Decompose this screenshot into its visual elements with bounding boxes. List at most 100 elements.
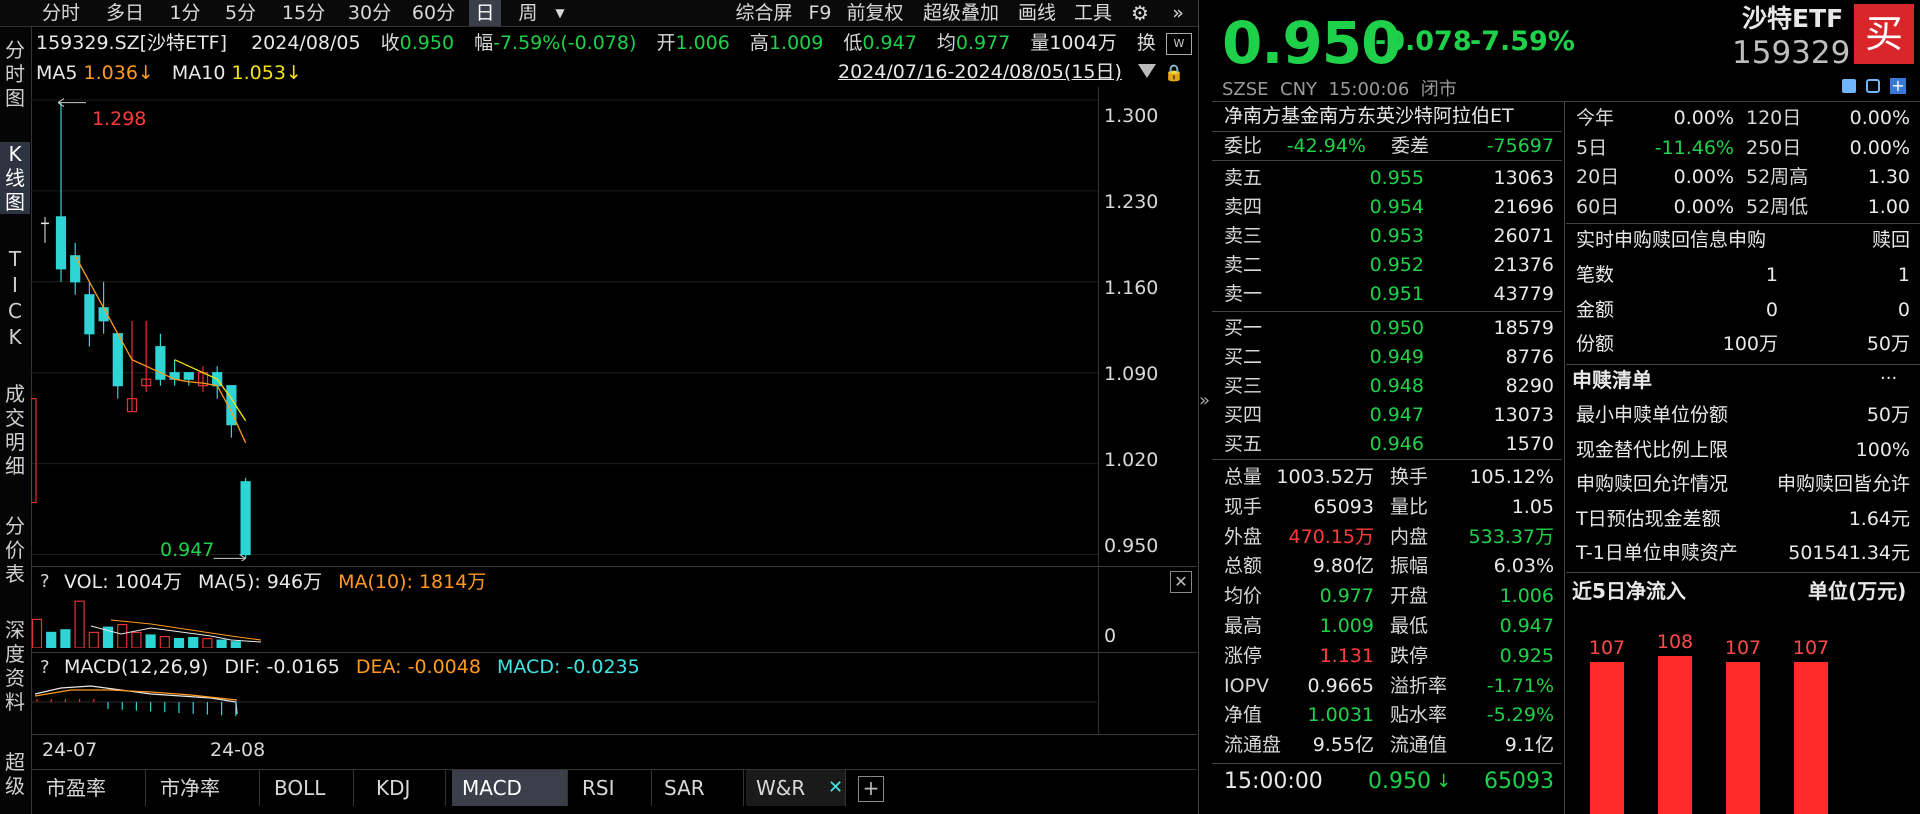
period-tab-1min[interactable]: 1分 bbox=[165, 0, 205, 26]
bid-row[interactable]: 买二 0.949 8776 bbox=[1224, 343, 1554, 371]
volume-bar bbox=[230, 641, 241, 648]
volume-bar bbox=[173, 638, 185, 648]
toolbar-pre-adjust[interactable]: 前复权 bbox=[840, 0, 910, 26]
macd-panel-top bbox=[31, 652, 1197, 653]
top-toolbar: 分时 多日 1分 5分 15分 30分 60分 日 周 ▼ 综合屏 F9 前复权… bbox=[0, 0, 1198, 27]
volume-bar bbox=[46, 631, 57, 648]
period-tab-day[interactable]: 日 bbox=[469, 0, 501, 26]
realtime-subscribe: 1 bbox=[1765, 264, 1778, 286]
period-tab-multiday[interactable]: 多日 bbox=[100, 0, 150, 26]
macd-label: MACD(12,26,9) bbox=[64, 656, 209, 678]
ask-price: 0.952 bbox=[1369, 254, 1424, 276]
period-tab-week[interactable]: 周 bbox=[512, 0, 544, 26]
stat-value: 0.947 bbox=[1499, 615, 1554, 637]
indicator-tab-kdj[interactable]: KDJ bbox=[366, 770, 446, 806]
edit-icon[interactable] bbox=[1842, 79, 1856, 93]
performance-value: -11.46% bbox=[1654, 136, 1734, 159]
macd-dif: DIF: -0.0165 bbox=[224, 656, 340, 678]
add-tab-icon[interactable]: + bbox=[858, 776, 884, 802]
performance-label: 20日 bbox=[1576, 166, 1620, 188]
collapse-panel-icon[interactable]: » bbox=[1199, 392, 1210, 410]
gear-icon[interactable]: ⚙ bbox=[1125, 0, 1155, 26]
price-tick-3: 1.160 bbox=[1104, 277, 1159, 299]
realtime-title-row: 实时申购赎回信息申购 赎回 bbox=[1576, 226, 1910, 254]
inflow-bar bbox=[1726, 662, 1760, 814]
ask-row[interactable]: 卖四 0.954 21696 bbox=[1224, 193, 1554, 221]
bell-icon[interactable] bbox=[1866, 79, 1880, 93]
high-value: 1.009 bbox=[768, 32, 824, 54]
buy-button[interactable]: 买 bbox=[1854, 4, 1914, 64]
side-tab-price-table[interactable]: 分价表 bbox=[0, 514, 30, 586]
stat-label: IOPV bbox=[1224, 674, 1270, 697]
bid-row[interactable]: 买四 0.947 13073 bbox=[1224, 401, 1554, 429]
creation-list-row: 申购赎回允许情况 申购赎回皆允许 bbox=[1576, 470, 1910, 498]
side-tab-timeshare[interactable]: 分时图 bbox=[0, 38, 30, 110]
macd-help-icon[interactable]: ? bbox=[40, 659, 50, 677]
bid-row[interactable]: 买五 0.946 1570 bbox=[1224, 430, 1554, 458]
volume-label: VOL: 1004万 bbox=[64, 571, 182, 593]
ask-row[interactable]: 卖五 0.955 13063 bbox=[1224, 164, 1554, 192]
volume-bar bbox=[159, 635, 170, 648]
screen-toggle-icon[interactable]: W bbox=[1166, 33, 1192, 55]
side-tab-kline[interactable]: K线图 bbox=[0, 142, 30, 214]
ask-row[interactable]: 卖一 0.951 43779 bbox=[1224, 280, 1554, 308]
ask-volume: 21696 bbox=[1493, 196, 1554, 218]
indicator-tab-boll[interactable]: BOLL bbox=[264, 770, 354, 806]
change-value: -7.59%(-0.078) bbox=[493, 32, 637, 54]
kline-chart[interactable] bbox=[31, 87, 1197, 561]
divider bbox=[1566, 223, 1920, 224]
toolbar-draw-line[interactable]: 画线 bbox=[1012, 0, 1062, 26]
stat-label: 总额 bbox=[1224, 555, 1263, 578]
side-tab-depth[interactable]: 深度资料 bbox=[0, 618, 30, 714]
candle-edge bbox=[31, 398, 37, 504]
bid-row[interactable]: 买三 0.948 8290 bbox=[1224, 372, 1554, 400]
ask-volume: 26071 bbox=[1493, 225, 1554, 247]
more-icon[interactable]: ··· bbox=[1880, 370, 1897, 388]
indicator-tab-pe[interactable]: 市盈率 bbox=[36, 770, 146, 806]
add-icon[interactable]: + bbox=[1890, 78, 1906, 94]
side-tab-super[interactable]: 超级 bbox=[0, 750, 30, 798]
period-tab-30min[interactable]: 30分 bbox=[342, 0, 397, 26]
range-dropdown-icon[interactable] bbox=[1138, 64, 1156, 78]
toolbar-f9[interactable]: F9 bbox=[805, 0, 835, 26]
stat-value: 65093 bbox=[1313, 495, 1374, 518]
double-chevron-right-icon[interactable]: » bbox=[1163, 0, 1193, 26]
fund-full-name: 净南方基金南方东英沙特阿拉伯ET bbox=[1224, 105, 1514, 127]
toolbar-tools[interactable]: 工具 bbox=[1068, 0, 1118, 26]
side-tab-trade-detail[interactable]: 成交明细 bbox=[0, 382, 30, 478]
price-tick-5: 1.020 bbox=[1104, 449, 1159, 471]
volume-ma5: MA(5): 946万 bbox=[198, 571, 323, 593]
last-trade-volume: 65093 bbox=[1484, 769, 1554, 794]
period-tab-60min[interactable]: 60分 bbox=[406, 0, 461, 26]
weicha-value: -75697 bbox=[1486, 135, 1554, 157]
toolbar-super-overlay[interactable]: 超级叠加 bbox=[916, 0, 1006, 26]
macd-chart bbox=[31, 685, 1097, 717]
indicator-tab-sar[interactable]: SAR bbox=[654, 770, 744, 806]
volume-chart bbox=[31, 600, 262, 648]
period-tab-5min[interactable]: 5分 bbox=[218, 0, 263, 26]
bid-row[interactable]: 买一 0.950 18579 bbox=[1224, 314, 1554, 342]
period-tab-fenshi[interactable]: 分时 bbox=[36, 0, 86, 26]
volume-bar bbox=[188, 636, 199, 648]
divider bbox=[1566, 364, 1920, 365]
divider bbox=[1566, 572, 1920, 573]
creation-list-label: 现金替代比例上限 bbox=[1576, 438, 1729, 461]
indicator-tab-macd[interactable]: MACD bbox=[452, 770, 568, 806]
side-tab-tick[interactable]: TICK bbox=[0, 246, 30, 350]
ask-row[interactable]: 卖二 0.952 21376 bbox=[1224, 251, 1554, 279]
tab-close-icon[interactable]: ✕ bbox=[828, 779, 843, 797]
toolbar-composite-screen[interactable]: 综合屏 bbox=[729, 0, 799, 26]
ask-row[interactable]: 卖三 0.953 26071 bbox=[1224, 222, 1554, 250]
stat-value: 1.006 bbox=[1499, 585, 1554, 608]
indicator-tab-rsi[interactable]: RSI bbox=[572, 770, 652, 806]
period-dropdown-icon[interactable]: ▼ bbox=[552, 0, 568, 26]
period-tab-15min[interactable]: 15分 bbox=[276, 0, 331, 26]
indicator-tab-pb[interactable]: 市净率 bbox=[150, 770, 260, 806]
volume-help-icon[interactable]: ? bbox=[40, 573, 50, 591]
stat-row: IOPV 0.9665 溢折率 -1.71% bbox=[1224, 672, 1554, 700]
lock-icon[interactable]: 🔒 bbox=[1164, 64, 1184, 82]
close-icon[interactable]: ✕ bbox=[1170, 571, 1192, 593]
date-range-selector[interactable]: 2024/07/16-2024/08/05(15日) bbox=[838, 63, 1122, 82]
redeem-label: 赎回 bbox=[1871, 229, 1910, 251]
stat-label: 流通值 bbox=[1390, 734, 1448, 757]
